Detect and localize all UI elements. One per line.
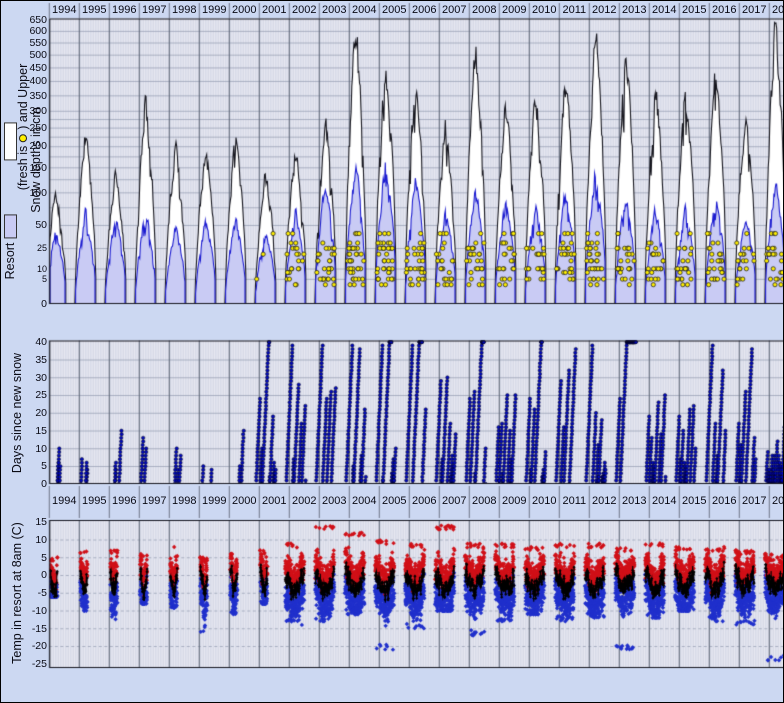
snow-history-chart: Resort (fresh is ) and Upper Snow depths… (0, 0, 784, 703)
chart-canvas (1, 1, 784, 703)
